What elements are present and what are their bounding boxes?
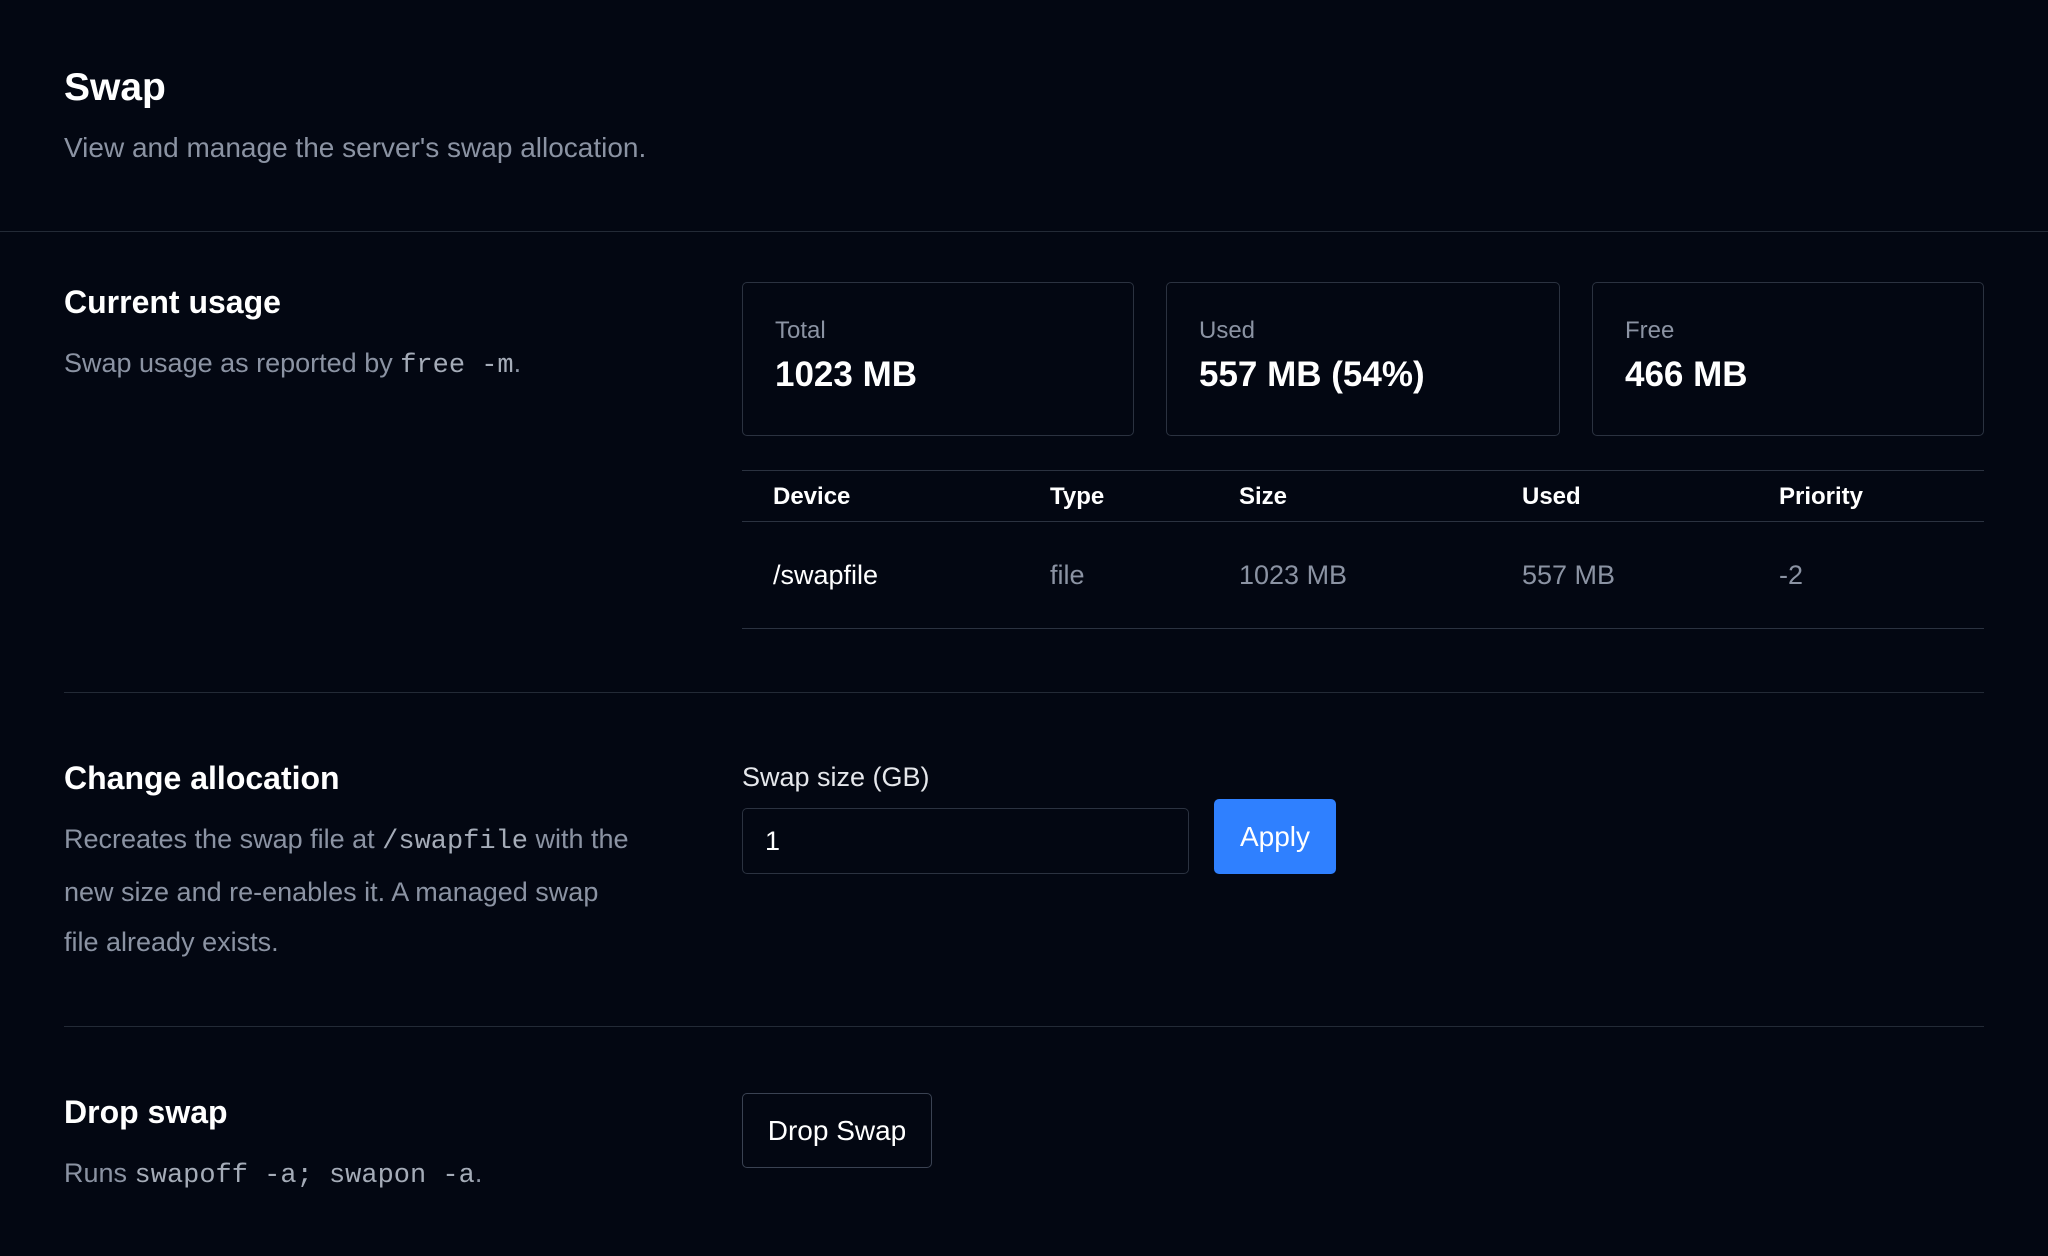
page-header: Swap View and manage the server's swap a… bbox=[0, 0, 2048, 232]
description-text: Recreates the swap file at bbox=[64, 824, 383, 854]
cell-device: /swapfile bbox=[773, 560, 879, 590]
page-title: Swap bbox=[64, 66, 166, 109]
description-text: . bbox=[474, 1158, 483, 1188]
column-header-priority: Priority bbox=[1779, 483, 1864, 510]
description-text: Runs bbox=[64, 1158, 135, 1188]
column-header-device: Device bbox=[773, 483, 851, 510]
change-allocation-description: Recreates the swap file at /swapfile wit… bbox=[64, 814, 634, 967]
change-allocation-title: Change allocation bbox=[64, 760, 340, 796]
swap-devices-table: Device Type Size Used Priority /swapfile… bbox=[742, 470, 1984, 629]
stat-card-used: Used 557 MB (54%) bbox=[1166, 282, 1560, 436]
cell-priority: -2 bbox=[1779, 560, 1804, 590]
column-header-used: Used bbox=[1522, 483, 1581, 510]
section-divider bbox=[64, 692, 1984, 693]
cell-used: 557 MB bbox=[1522, 560, 1616, 590]
current-usage-description: Swap usage as reported by free -m. bbox=[64, 338, 634, 391]
apply-button[interactable]: Apply bbox=[1214, 799, 1336, 874]
table-row: /swapfile file 1023 MB 557 MB -2 bbox=[742, 522, 1984, 629]
stat-value: 466 MB bbox=[1625, 355, 1748, 394]
cell-size: 1023 MB bbox=[1239, 560, 1348, 590]
table-header: Device Type Size Used Priority bbox=[742, 470, 1984, 522]
path-code: /swapfile bbox=[382, 827, 528, 857]
description-text: Swap usage as reported by bbox=[64, 348, 401, 378]
column-header-size: Size bbox=[1239, 483, 1288, 510]
current-usage-title: Current usage bbox=[64, 284, 281, 320]
stat-label: Total bbox=[775, 317, 826, 344]
description-text: . bbox=[513, 348, 522, 378]
drop-swap-description: Runs swapoff -a; swapon -a. bbox=[64, 1148, 634, 1201]
stat-value: 1023 MB bbox=[775, 355, 918, 394]
command-code: swapoff -a; swapon -a bbox=[134, 1161, 475, 1191]
stat-value: 557 MB (54%) bbox=[1199, 355, 1425, 394]
stat-card-free: Free 466 MB bbox=[1592, 282, 1984, 436]
stat-label: Used bbox=[1199, 317, 1256, 344]
command-code: free -m bbox=[400, 351, 514, 381]
stat-card-total: Total 1023 MB bbox=[742, 282, 1134, 436]
drop-swap-title: Drop swap bbox=[64, 1094, 228, 1130]
section-divider bbox=[64, 1026, 1984, 1027]
stat-label: Free bbox=[1625, 317, 1675, 344]
cell-type: file bbox=[1050, 560, 1085, 590]
swap-size-input[interactable] bbox=[742, 808, 1189, 874]
column-header-type: Type bbox=[1050, 483, 1105, 510]
swap-size-label: Swap size (GB) bbox=[742, 762, 930, 792]
drop-swap-button[interactable]: Drop Swap bbox=[742, 1093, 932, 1168]
page-subtitle: View and manage the server's swap alloca… bbox=[64, 132, 647, 163]
